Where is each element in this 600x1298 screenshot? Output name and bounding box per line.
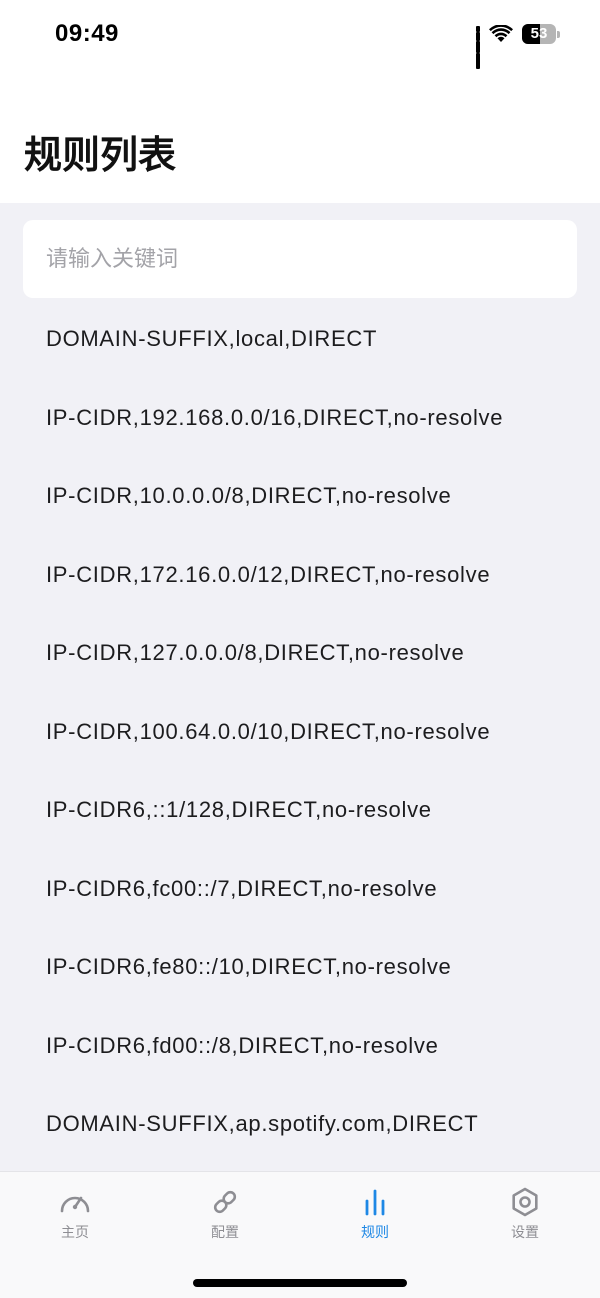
rule-item[interactable]: IP-CIDR6,fd00::/8,DIRECT,no-resolve — [0, 1007, 600, 1086]
rule-item[interactable]: IP-CIDR6,fc00::/7,DIRECT,no-resolve — [0, 850, 600, 929]
rule-item[interactable]: IP-CIDR,127.0.0.0/8,DIRECT,no-resolve — [0, 614, 600, 693]
rule-item[interactable]: IP-CIDR,100.64.0.0/10,DIRECT,no-resolve — [0, 693, 600, 772]
tab-rules-label: 规则 — [361, 1224, 389, 1240]
status-time: 09:49 — [55, 20, 119, 47]
tab-home[interactable]: 主页 — [25, 1186, 125, 1242]
bars-icon — [325, 1186, 425, 1218]
rule-item[interactable]: IP-CIDR,172.16.0.0/12,DIRECT,no-resolve — [0, 536, 600, 615]
tab-rules[interactable]: 规则 — [325, 1186, 425, 1242]
tab-profiles[interactable]: 配置 — [175, 1186, 275, 1242]
search-box[interactable] — [23, 220, 577, 298]
tab-profiles-label: 配置 — [211, 1224, 239, 1240]
speedometer-icon — [25, 1186, 125, 1218]
battery-icon: 53 — [522, 24, 560, 44]
rule-item[interactable]: DOMAIN-SUFFIX,local,DIRECT — [0, 300, 600, 379]
tab-settings[interactable]: 设置 — [475, 1186, 575, 1242]
search-input[interactable] — [46, 246, 577, 272]
rule-list: DOMAIN-SUFFIX,local,DIRECT IP-CIDR,192.1… — [0, 300, 600, 1164]
rule-item[interactable]: IP-CIDR,10.0.0.0/8,DIRECT,no-resolve — [0, 457, 600, 536]
tab-settings-label: 设置 — [511, 1224, 539, 1240]
wifi-icon — [489, 25, 513, 43]
status-icons: 53 — [476, 22, 560, 69]
page-title: 规则列表 — [24, 135, 177, 177]
settings-hexagon-icon — [475, 1186, 575, 1218]
link-icon — [175, 1186, 275, 1218]
rule-item[interactable]: IP-CIDR,192.168.0.0/16,DIRECT,no-resolve — [0, 379, 600, 458]
home-indicator — [193, 1279, 407, 1287]
rule-item[interactable]: IP-CIDR6,::1/128,DIRECT,no-resolve — [0, 771, 600, 850]
rule-item[interactable]: IP-CIDR6,fe80::/10,DIRECT,no-resolve — [0, 928, 600, 1007]
rule-item[interactable]: DOMAIN-SUFFIX,ap.spotify.com,DIRECT — [0, 1085, 600, 1164]
battery-level: 53 — [530, 25, 548, 42]
cellular-signal-icon — [476, 26, 480, 69]
tab-home-label: 主页 — [61, 1224, 89, 1240]
status-bar: 09:49 53 — [0, 0, 600, 70]
